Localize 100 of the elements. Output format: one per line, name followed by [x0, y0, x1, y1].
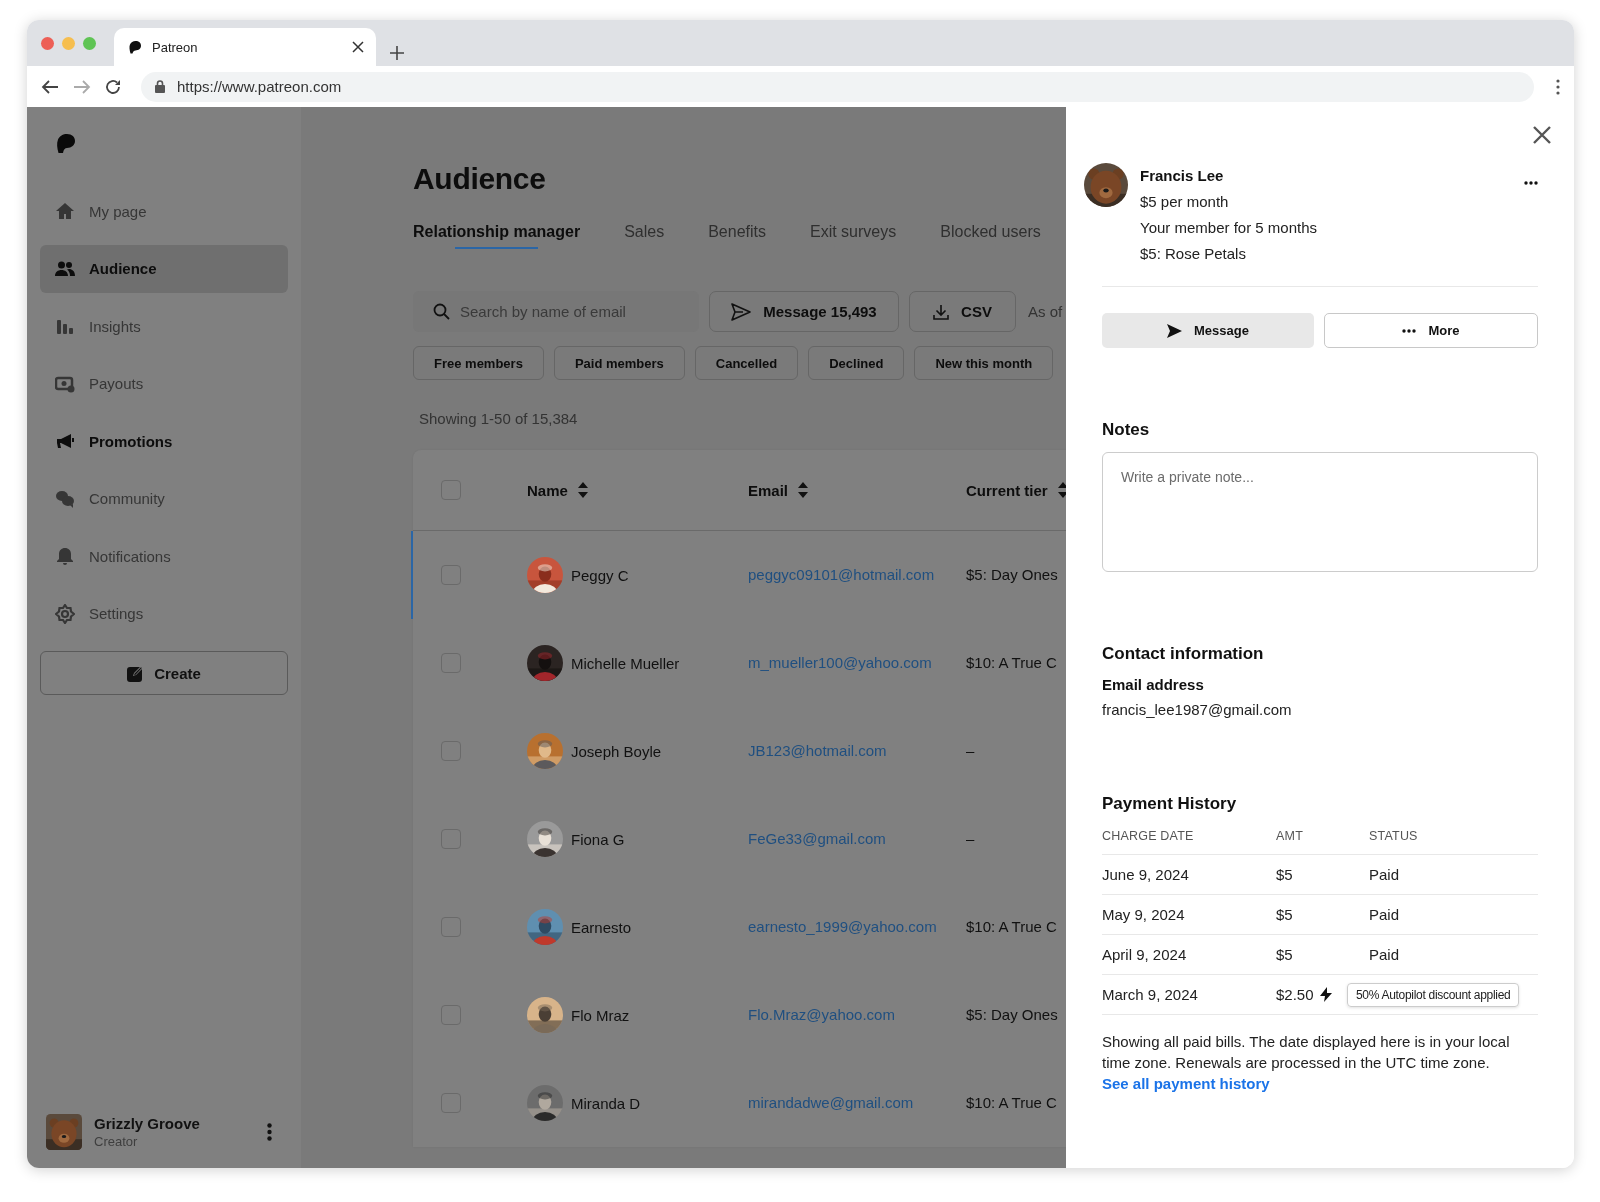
- megaphone-icon: [55, 431, 75, 451]
- send-icon: [1167, 323, 1183, 338]
- logo-icon: [56, 133, 76, 155]
- member-name: Flo Mraz: [571, 1006, 630, 1024]
- member-tenure: Your member for 5 months: [1140, 219, 1318, 236]
- payment-status: Paid: [1369, 946, 1401, 963]
- member-name: Miranda D: [571, 1094, 641, 1112]
- member-name: Joseph Boyle: [571, 742, 662, 760]
- bell-icon: [55, 546, 75, 566]
- member-name: Peggy C: [571, 566, 629, 584]
- charge-date: June 9, 2024: [1102, 866, 1190, 883]
- note-field[interactable]: Write a private note...: [1102, 452, 1538, 572]
- tier-text: $10: A True C: [966, 654, 1057, 671]
- field-label: Email address: [1102, 676, 1205, 693]
- close-window-button[interactable]: [41, 36, 54, 50]
- browser-tab[interactable]: Patreon: [114, 28, 376, 66]
- table-row[interactable]: Earnesto earnesto_1999@yahoo.com $10: A True C: [411, 883, 1066, 971]
- csv-button[interactable]: CSV: [909, 291, 1016, 332]
- amount: $2.50: [1276, 986, 1314, 1003]
- forward-icon[interactable]: [73, 78, 91, 95]
- account-role: Creator: [94, 1134, 139, 1149]
- tier-text: –: [966, 742, 975, 759]
- address-bar[interactable]: https://www.patreon.com: [141, 71, 1534, 102]
- tab[interactable]: Blocked users: [940, 223, 1041, 255]
- email-text: francis_lee1987@gmail.com: [1102, 701, 1293, 718]
- section-title: Payment History: [1102, 794, 1238, 814]
- maximize-window-button[interactable]: [83, 36, 96, 50]
- member-name: Michelle Mueller: [571, 654, 680, 672]
- sidebar-item[interactable]: My page: [40, 187, 288, 235]
- member-name: Earnesto: [571, 918, 632, 936]
- close-icon[interactable]: [1532, 125, 1552, 145]
- more-options-icon[interactable]: [1524, 181, 1538, 185]
- edit-icon: [127, 664, 145, 682]
- payment-history-link[interactable]: See all payment history: [1102, 1075, 1270, 1092]
- member-tier-text: $5: Rose Petals: [1140, 245, 1247, 262]
- sidebar-item[interactable]: Settings: [40, 589, 288, 638]
- filter-chip[interactable]: Paid members: [553, 346, 685, 380]
- table-row[interactable]: Flo Mraz Flo.Mraz@yahoo.com $5: Day Ones: [411, 971, 1066, 1059]
- sidebar-item[interactable]: Community: [40, 474, 288, 523]
- sidebar-item[interactable]: Insights: [40, 302, 288, 350]
- table-row[interactable]: Fiona G FeGe33@gmail.com –: [411, 795, 1066, 883]
- reload-icon[interactable]: [105, 78, 121, 95]
- send-icon: [731, 302, 752, 321]
- amount: $5: [1276, 946, 1293, 963]
- charge-date: March 9, 2024: [1102, 986, 1199, 1003]
- more-options-icon: [1402, 328, 1417, 333]
- settings-icon: [55, 603, 75, 624]
- result-count: Showing 1-50 of 15,384: [419, 410, 579, 427]
- kebab-menu-icon[interactable]: [1556, 78, 1560, 95]
- tier-text: $5: Day Ones: [966, 1006, 1058, 1023]
- charge-date: April 9, 2024: [1102, 946, 1188, 963]
- chat-bubbles-icon: [55, 488, 75, 509]
- search-icon: [433, 303, 450, 320]
- section-title: Notes: [1102, 420, 1151, 440]
- filter-chip[interactable]: Declined: [808, 346, 905, 380]
- close-icon[interactable]: [352, 41, 364, 53]
- sidebar-item[interactable]: Promotions: [40, 417, 288, 465]
- column-header[interactable]: Current tier: [966, 481, 1048, 499]
- sidebar-item[interactable]: Audience: [40, 244, 288, 293]
- message-button[interactable]: Message: [1102, 313, 1314, 348]
- tier-text: $10: A True C: [966, 1094, 1057, 1111]
- url-text: https://www.patreon.com: [177, 78, 342, 95]
- column-header[interactable]: Name: [527, 481, 568, 499]
- account-name: Grizzly Groove: [94, 1115, 201, 1132]
- tab[interactable]: Exit surveys: [810, 223, 897, 255]
- sidebar-item[interactable]: Payouts: [40, 359, 288, 408]
- sort-icon: [577, 482, 588, 498]
- tier-text: $5: Day Ones: [966, 566, 1058, 583]
- member-name: Fiona G: [571, 830, 625, 848]
- tier-text: $10: A True C: [966, 918, 1057, 935]
- filter-chip[interactable]: Free members: [413, 346, 544, 380]
- table-row[interactable]: Miranda D mirandadwe@gmail.com $10: A True C: [411, 1059, 1066, 1147]
- member-price: $5 per month: [1140, 193, 1230, 210]
- column-header[interactable]: Email: [748, 481, 789, 499]
- table-row[interactable]: Michelle Mueller m_mueller100@yahoo.com $10: A True C: [411, 619, 1066, 707]
- column-header: AMT: [1276, 829, 1304, 843]
- back-icon[interactable]: [41, 78, 59, 95]
- sort-icon: [798, 482, 809, 498]
- logo-icon: [128, 40, 142, 54]
- page-title: Audience: [413, 162, 547, 196]
- section-title: Contact information: [1102, 644, 1265, 664]
- tab[interactable]: Relationship manager: [413, 223, 581, 255]
- tab[interactable]: Benefits: [708, 223, 766, 255]
- amount: $5: [1276, 866, 1293, 883]
- minimize-window-button[interactable]: [62, 36, 75, 50]
- create-button[interactable]: Create: [40, 651, 288, 695]
- kebab-menu-icon[interactable]: [267, 1123, 272, 1141]
- new-tab-icon[interactable]: [390, 46, 404, 60]
- tier-text: –: [966, 830, 975, 847]
- home-icon: [55, 201, 75, 221]
- tab[interactable]: Sales: [624, 223, 665, 255]
- message-button[interactable]: Message 15,493: [709, 291, 899, 332]
- download-icon: [933, 303, 950, 320]
- more-button[interactable]: More: [1324, 313, 1538, 348]
- sidebar-item[interactable]: Notifications: [40, 532, 288, 580]
- filter-chip[interactable]: Cancelled: [694, 346, 799, 380]
- charge-date: May 9, 2024: [1102, 906, 1186, 923]
- table-row[interactable]: Joseph Boyle JB123@hotmail.com –: [411, 707, 1066, 795]
- filter-chip[interactable]: New this month: [914, 346, 1054, 380]
- column-header: STATUS: [1369, 829, 1419, 843]
